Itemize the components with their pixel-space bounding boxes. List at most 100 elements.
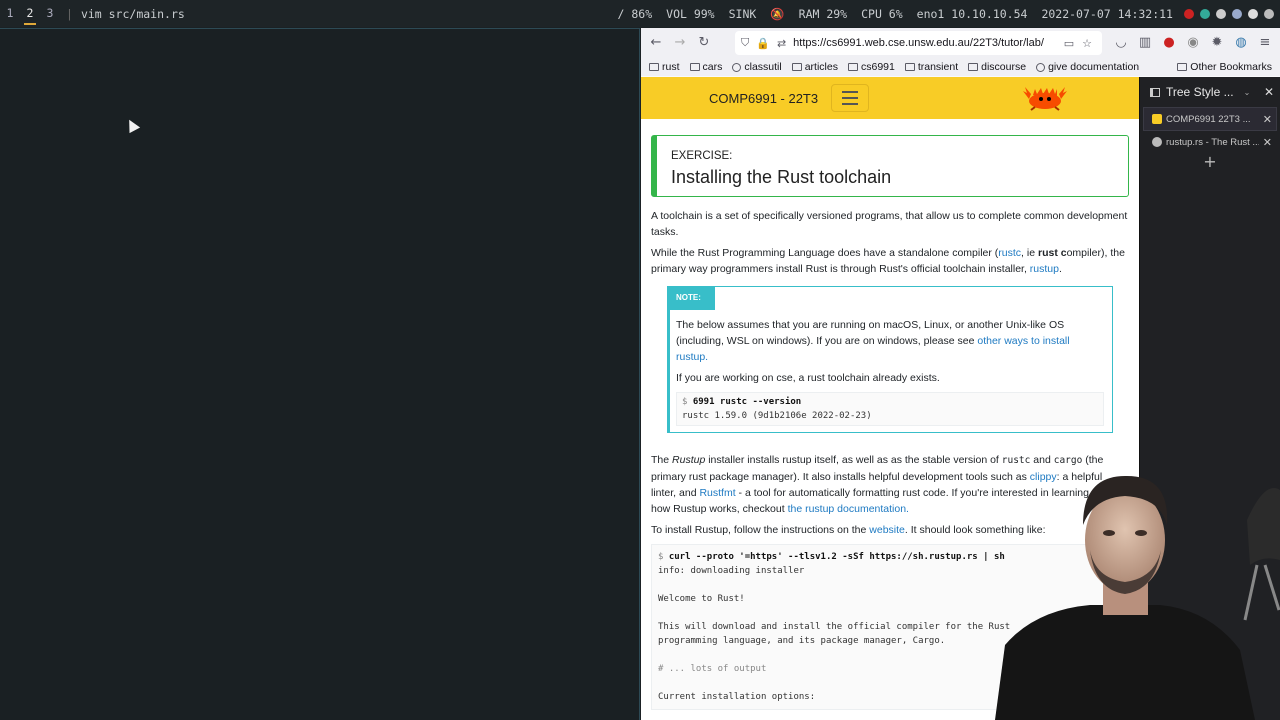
paragraph: To install Rustup, follow the instructio… <box>651 522 1129 538</box>
bookmark-discourse[interactable]: discourse <box>968 61 1026 73</box>
close-tab-icon[interactable]: ✕ <box>1263 113 1272 126</box>
paragraph: While the Rust Programming Language does… <box>651 245 1129 277</box>
rustup-link[interactable]: rustup <box>1030 263 1059 275</box>
bookmarks-toolbar: rust cars classutil articles cs6991 tran… <box>641 58 1280 76</box>
permissions-icon[interactable]: ⇄ <box>777 37 786 50</box>
sidebar-tab-rustup[interactable]: rustup.rs - The Rust ... ✕ <box>1144 131 1276 153</box>
tray-icon[interactable] <box>1232 8 1242 19</box>
tray-icon[interactable] <box>1216 8 1226 19</box>
extension-icon[interactable]: ✹ <box>1208 34 1226 52</box>
page-content: COMP6991 - 22T3 EXERCISE: Installing the… <box>641 77 1139 720</box>
text: . It should look something like: <box>904 524 1046 536</box>
forward-icon[interactable]: → <box>671 34 689 52</box>
tray-icon[interactable] <box>1264 8 1274 19</box>
text: The <box>651 454 673 466</box>
favicon-icon <box>1152 137 1162 147</box>
globe-icon <box>732 62 742 72</box>
clippy-link[interactable]: clippy <box>1030 471 1057 483</box>
course-title[interactable]: COMP6991 - 22T3 <box>709 91 818 106</box>
code-line: programming language, and its package ma… <box>658 636 946 646</box>
rustfmt-link[interactable]: Rustfmt <box>699 487 735 499</box>
inline-code: rustc <box>1001 455 1031 466</box>
code-line: Current installation options: <box>658 692 816 702</box>
workspace-2[interactable]: 2 <box>20 0 40 27</box>
code-block[interactable]: $ 6991 rustc --version rustc 1.59.0 (9d1… <box>676 392 1104 426</box>
hamburger-menu-button[interactable] <box>831 84 869 112</box>
workspace-3[interactable]: 3 <box>40 0 60 27</box>
folder-icon <box>1177 63 1188 71</box>
code-comment: # ... lots of output <box>658 664 767 674</box>
bookmark-classutil[interactable]: classutil <box>732 61 782 73</box>
bookmark-star-icon[interactable]: ☆ <box>1082 37 1092 50</box>
mouse-cursor <box>123 116 141 134</box>
bookmark-label: cars <box>702 61 723 73</box>
bookmark-label: rust <box>662 61 680 73</box>
bookmark-cs6991[interactable]: cs6991 <box>847 61 895 73</box>
window-title: vim src/main.rs <box>80 6 185 21</box>
text: installer installs rustup itself, as wel… <box>705 454 1002 466</box>
globe-icon <box>1036 62 1046 72</box>
paragraph: The Rustup installer installs rustup its… <box>651 452 1129 517</box>
separator: | <box>66 6 73 21</box>
new-tab-button[interactable]: + <box>1140 154 1280 170</box>
tray-icon[interactable] <box>1200 8 1210 19</box>
code-line: info: downloading installer <box>658 566 805 576</box>
chevron-down-icon[interactable]: ⌄ <box>1244 88 1251 97</box>
install-code-block[interactable]: $ curl --proto '=https' --tlsv1.2 -sSf h… <box>651 544 1129 710</box>
bookmark-label: discourse <box>981 61 1027 73</box>
text: While the Rust Programming Language does… <box>651 247 999 259</box>
text: , ie <box>1021 247 1038 259</box>
note-paragraph: If you are working on cse, a rust toolch… <box>676 372 940 384</box>
sink-indicator: SINK <box>728 6 757 21</box>
bold-text: rust c <box>1037 247 1067 259</box>
extension-icon[interactable]: ◉ <box>1184 34 1202 52</box>
url-bar[interactable]: ⛉ 🔒 ⇄ https://cs6991.web.cse.unsw.edu.au… <box>735 31 1102 55</box>
rustup-docs-link[interactable]: the rustup documentation. <box>788 503 909 515</box>
bookmark-label: cs6991 <box>860 61 895 73</box>
exercise-title: Installing the Rust toolchain <box>671 167 892 187</box>
sidebar-title[interactable]: Tree Style ... <box>1166 85 1234 99</box>
cpu-indicator: CPU 6% <box>861 6 903 21</box>
reload-icon[interactable]: ↻ <box>695 34 713 52</box>
pocket-icon[interactable]: ◡ <box>1112 34 1130 52</box>
ram-indicator: RAM 29% <box>798 6 848 21</box>
sidebar-tab-comp6991[interactable]: COMP6991 22T3 ... ✕ <box>1143 107 1277 131</box>
sidebar-icon <box>1150 87 1160 97</box>
bookmark-articles[interactable]: articles <box>791 61 838 73</box>
bookmark-give-documentation[interactable]: give documentation <box>1036 61 1139 73</box>
note-label: NOTE: <box>669 286 715 310</box>
other-bookmarks[interactable]: Other Bookmarks <box>1177 58 1272 76</box>
rustc-link[interactable]: rustc <box>998 247 1021 259</box>
library-icon[interactable]: ▥ <box>1136 34 1154 52</box>
extension-icon[interactable]: ◍ <box>1232 34 1250 52</box>
shell-output: rustc 1.59.0 (9d1b2106e 2022-02-23) <box>682 411 872 421</box>
menu-icon[interactable]: ≡ <box>1256 34 1274 52</box>
tray-icon[interactable] <box>1248 8 1258 19</box>
bookmark-cars[interactable]: cars <box>689 61 723 73</box>
back-icon[interactable]: ← <box>647 34 665 52</box>
terminal-window[interactable] <box>0 28 640 720</box>
close-tab-icon[interactable]: ✕ <box>1263 136 1272 149</box>
inline-code: cargo <box>1053 455 1083 466</box>
tray-icon[interactable] <box>1184 8 1194 19</box>
lock-icon[interactable]: 🔒 <box>756 37 770 50</box>
close-icon[interactable]: ✕ <box>1264 85 1274 99</box>
bookmark-label: classutil <box>744 61 782 73</box>
bookmark-transient[interactable]: transient <box>904 61 958 73</box>
shield-icon[interactable]: ⛉ <box>741 36 749 50</box>
workspace-1[interactable]: 1 <box>0 0 20 27</box>
folder-icon <box>847 63 858 71</box>
bookmark-rust[interactable]: rust <box>649 61 680 73</box>
extension-icon[interactable]: ● <box>1160 34 1178 52</box>
exercise-kicker: EXERCISE: <box>671 150 733 162</box>
url-text[interactable]: https://cs6991.web.cse.unsw.edu.au/22T3/… <box>793 37 1057 49</box>
paragraph: A toolchain is a set of specifically ver… <box>651 210 1128 238</box>
website-link[interactable]: website <box>869 524 905 536</box>
shell-prompt: $ <box>682 397 688 407</box>
shell-command: 6991 rustc --version <box>692 397 802 407</box>
ferris-crab-logo <box>1023 87 1067 111</box>
reader-view-icon[interactable]: ▭ <box>1064 37 1074 50</box>
